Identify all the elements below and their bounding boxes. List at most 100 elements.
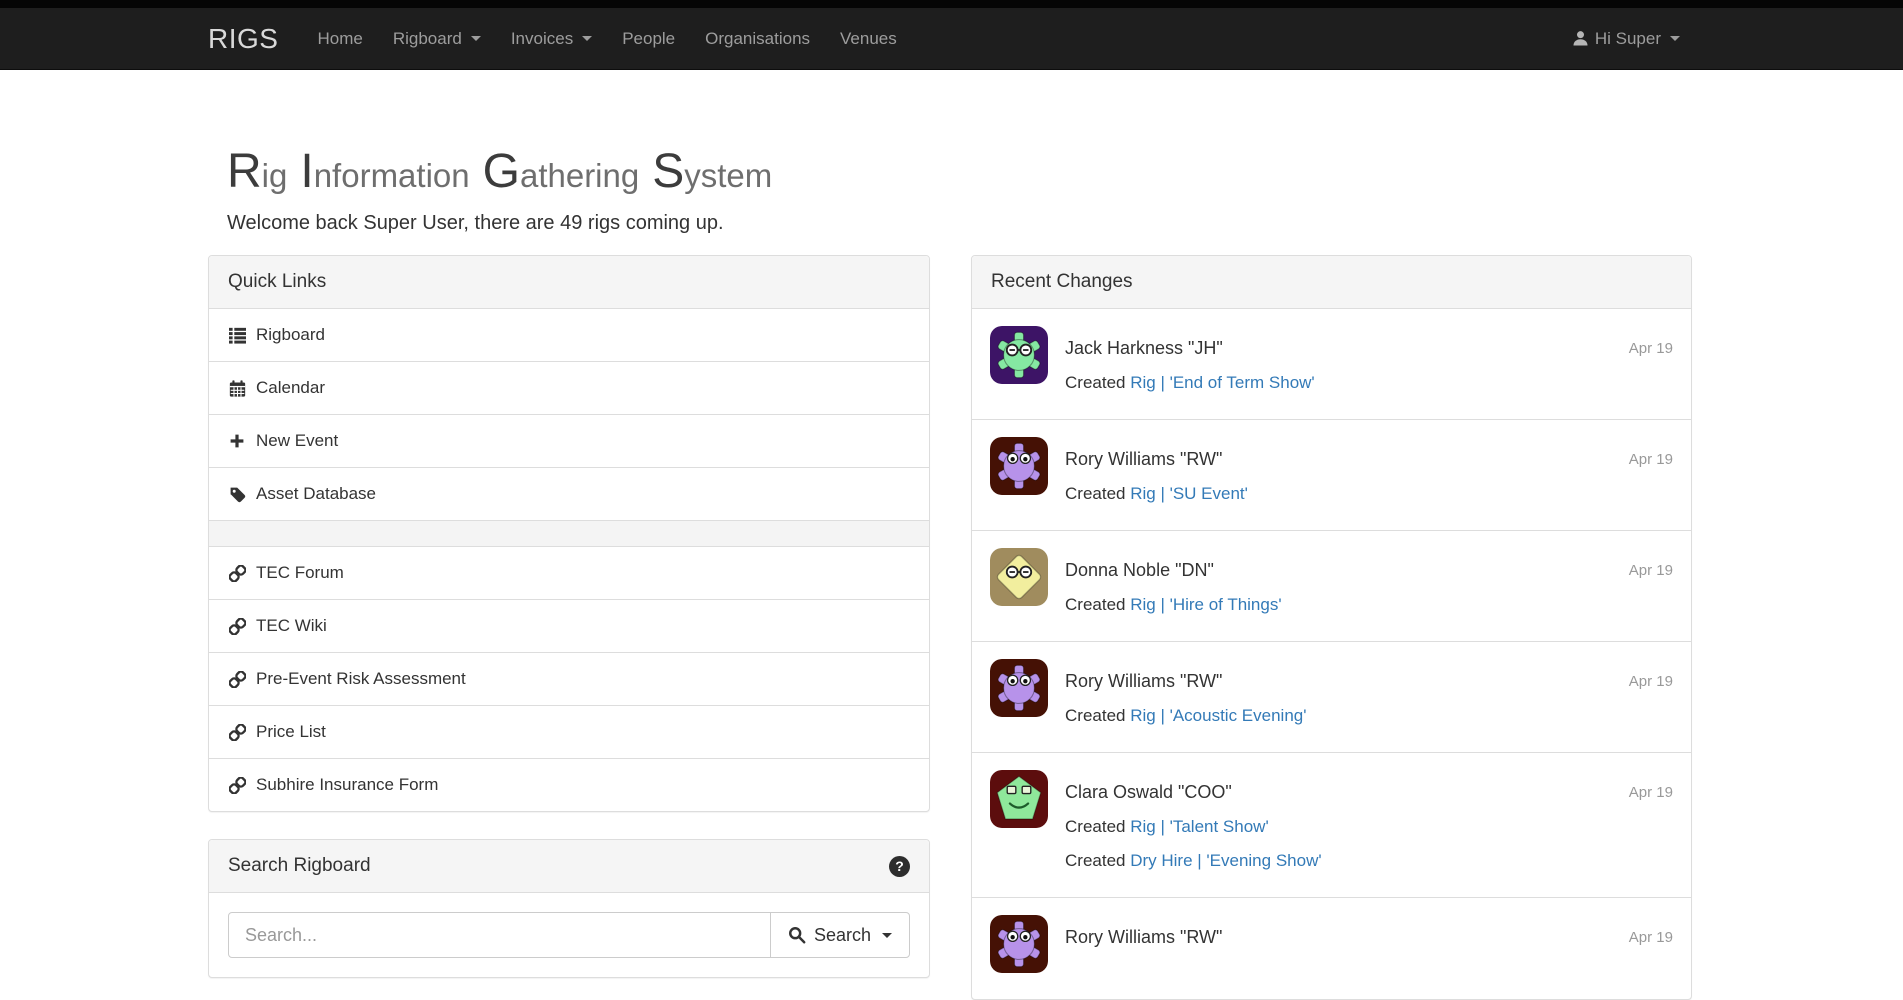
question-circle-icon[interactable]: ? — [889, 856, 910, 877]
quick-link-label: TEC Forum — [256, 563, 344, 583]
quick-link-tec-wiki[interactable]: TEC Wiki — [209, 599, 929, 652]
change-date: Apr 19 — [1629, 340, 1673, 393]
welcome-text: Welcome back Super User, there are 49 ri… — [227, 212, 1695, 235]
recent-change-row: Rory Williams "RW"Apr 19 — [972, 897, 1691, 999]
quick-link-label: New Event — [256, 431, 338, 451]
caret-down-icon — [882, 933, 892, 938]
quick-link-new-event[interactable]: New Event — [209, 414, 929, 467]
quick-link-label: Calendar — [256, 378, 325, 398]
caret-down-icon — [1670, 36, 1680, 41]
nav-item-label: People — [622, 29, 675, 49]
change-link[interactable]: Rig | 'Talent Show' — [1130, 817, 1268, 836]
change-link[interactable]: Rig | 'End of Term Show' — [1130, 373, 1314, 392]
caret-down-icon — [471, 36, 481, 41]
title-word: Gathering — [483, 158, 640, 194]
quick-links-title: Quick Links — [228, 271, 326, 293]
link-icon — [228, 618, 246, 635]
search-icon — [788, 926, 806, 944]
brand-link[interactable]: RIGS — [208, 23, 278, 55]
action-prefix: Created — [1065, 484, 1125, 503]
action-prefix: Created — [1065, 373, 1125, 392]
person-name: Rory Williams "RW" — [1065, 669, 1612, 693]
quick-link-subhire-insurance-form[interactable]: Subhire Insurance Form — [209, 758, 929, 811]
page-title: Rig Information Gathering System — [227, 148, 1695, 196]
user-menu-label: Hi Super — [1595, 29, 1661, 49]
calendar-icon — [228, 380, 246, 397]
nav-item-people[interactable]: People — [607, 8, 690, 69]
change-link[interactable]: Rig | 'SU Event' — [1130, 484, 1248, 503]
gear-monster-avatar — [990, 437, 1048, 495]
user-menu[interactable]: Hi Super — [1557, 8, 1695, 69]
nav-item-label: Home — [317, 29, 362, 49]
diamond-monster-avatar — [990, 548, 1048, 606]
recent-change-row: Jack Harkness "JH" Created Rig | 'End of … — [972, 309, 1691, 419]
action-prefix: Created — [1065, 595, 1125, 614]
recent-changes-panel: Recent Changes Jack Harkness "JH" Created… — [971, 255, 1692, 1000]
change-date: Apr 19 — [1629, 784, 1673, 871]
quick-link-label: Subhire Insurance Form — [256, 775, 438, 795]
search-button-label: Search — [814, 925, 871, 946]
recent-change-row: Rory Williams "RW" Created Rig | 'SU Even… — [972, 419, 1691, 530]
quick-link-asset-database[interactable]: Asset Database — [209, 467, 929, 520]
change-action: Created Rig | 'Talent Show' — [1065, 817, 1612, 837]
nav-item-invoices[interactable]: Invoices — [496, 8, 607, 69]
tag-icon — [228, 486, 246, 503]
quick-link-label: Pre-Event Risk Assessment — [256, 669, 466, 689]
change-action: Created Rig | 'Acoustic Evening' — [1065, 706, 1612, 726]
change-date: Apr 19 — [1629, 673, 1673, 726]
nav-item-label: Rigboard — [393, 29, 462, 49]
nav-item-organisations[interactable]: Organisations — [690, 8, 825, 69]
change-date: Apr 19 — [1629, 562, 1673, 615]
change-link[interactable]: Dry Hire | 'Evening Show' — [1130, 851, 1321, 870]
change-link[interactable]: Rig | 'Acoustic Evening' — [1130, 706, 1306, 725]
plus-icon — [228, 433, 246, 449]
nav-item-rigboard[interactable]: Rigboard — [378, 8, 496, 69]
change-link[interactable]: Rig | 'Hire of Things' — [1130, 595, 1281, 614]
recent-change-row: Rory Williams "RW" Created Rig | 'Acousti… — [972, 641, 1691, 752]
recent-change-row: Clara Oswald "COO"Created Rig | 'Talent … — [972, 752, 1691, 897]
quick-link-label: TEC Wiki — [256, 616, 327, 636]
action-prefix: Created — [1065, 851, 1125, 870]
navbar: RIGS Home Rigboard Invoices People Organisat… — [0, 0, 1903, 70]
quick-link-tec-forum[interactable]: TEC Forum — [209, 546, 929, 599]
link-icon — [228, 671, 246, 688]
person-name: Donna Noble "DN" — [1065, 558, 1612, 582]
gear-monster-avatar — [990, 915, 1048, 973]
quick-link-calendar[interactable]: Calendar — [209, 361, 929, 414]
person-name: Jack Harkness "JH" — [1065, 336, 1612, 360]
title-word: Information — [300, 158, 469, 194]
user-icon — [1572, 30, 1589, 47]
quick-link-label: Asset Database — [256, 484, 376, 504]
nav-item-home[interactable]: Home — [302, 8, 377, 69]
recent-change-row: Donna Noble "DN" Created Rig | 'Hire of T… — [972, 530, 1691, 641]
quick-link-label: Rigboard — [256, 325, 325, 345]
search-rigboard-panel: Search Rigboard ? Search — [208, 839, 930, 978]
action-prefix: Created — [1065, 706, 1125, 725]
list-divider — [209, 520, 929, 546]
quick-link-pre-event-risk-assessment[interactable]: Pre-Event Risk Assessment — [209, 652, 929, 705]
person-name: Rory Williams "RW" — [1065, 447, 1612, 471]
quick-link-label: Price List — [256, 722, 326, 742]
change-action: Created Rig | 'Hire of Things' — [1065, 595, 1612, 615]
person-name: Rory Williams "RW" — [1065, 925, 1612, 949]
quick-link-rigboard[interactable]: Rigboard — [209, 309, 929, 361]
main-nav: Home Rigboard Invoices People Organisations V… — [302, 8, 911, 69]
change-date: Apr 19 — [1629, 451, 1673, 504]
link-icon — [228, 724, 246, 741]
nav-item-label: Invoices — [511, 29, 573, 49]
nav-item-venues[interactable]: Venues — [825, 8, 912, 69]
gear-monster-avatar — [990, 659, 1048, 717]
th-list-icon — [228, 327, 246, 344]
action-prefix: Created — [1065, 817, 1125, 836]
title-word: System — [652, 158, 772, 194]
quick-link-price-list[interactable]: Price List — [209, 705, 929, 758]
link-icon — [228, 777, 246, 794]
nav-item-label: Organisations — [705, 29, 810, 49]
title-word: Rig — [227, 158, 287, 194]
search-input[interactable] — [228, 912, 771, 958]
change-action: Created Dry Hire | 'Evening Show' — [1065, 851, 1612, 871]
search-button[interactable]: Search — [770, 912, 910, 958]
change-action: Created Rig | 'End of Term Show' — [1065, 373, 1612, 393]
caret-down-icon — [582, 36, 592, 41]
recent-changes-title: Recent Changes — [991, 271, 1133, 293]
